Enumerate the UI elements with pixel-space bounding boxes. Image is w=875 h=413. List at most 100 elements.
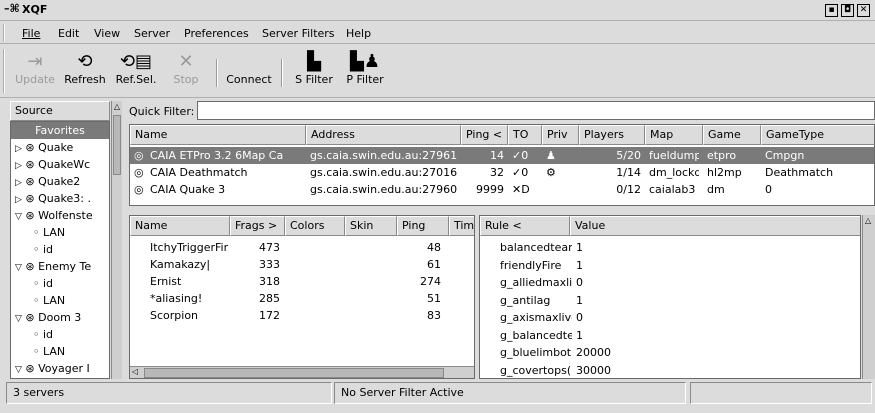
server-column-header[interactable]: Map [645,125,703,145]
source-item[interactable]: ▽ ⊛ Doom 3 [11,309,109,326]
rule-row[interactable]: balancedtean 1 [480,239,860,256]
server-column-header[interactable]: Game [703,125,761,145]
server-column-header[interactable]: Players [579,125,645,145]
menu-edit[interactable]: Edit [54,25,83,42]
rule-row[interactable]: g_balancedte 1 [480,327,860,344]
rule-value: 30000 [576,363,611,377]
game-icon: ◎ [134,166,144,179]
menu-file[interactable]: File [18,25,44,42]
server-name: CAIA Deathmatch [150,166,248,179]
rules-scrollbar[interactable]: △ [862,215,875,379]
scroll-up-icon[interactable]: △ [113,102,121,114]
source-item-label: LAN [43,294,66,307]
toolbar-handle[interactable] [3,49,8,93]
server-column-header[interactable]: Name [130,125,306,145]
connect-button[interactable]: Connect [224,51,274,93]
player-column-header[interactable]: Colors [285,216,345,236]
collapse-icon[interactable]: ▽ [15,212,22,222]
expand-icon[interactable]: ▷ [15,178,22,188]
collapse-icon[interactable]: ▽ [15,314,22,324]
player-column-header[interactable]: Ping [397,216,449,236]
player-hscrollbar[interactable]: ◁ [130,366,474,378]
collapse-icon[interactable]: ▽ [15,365,22,375]
source-scrollbar[interactable]: △ [111,101,122,379]
menu-help[interactable]: Help [342,25,375,42]
player-row[interactable]: Scorpion 172 83 [130,307,474,324]
collapse-icon[interactable]: ▽ [15,263,22,273]
source-item[interactable]: ◦ id [11,275,109,292]
expand-icon[interactable]: ▷ [15,161,22,171]
source-header[interactable]: Source [10,101,110,121]
system-menu-icon[interactable]: –⌘ [4,2,20,15]
master-icon: ◦ [33,277,43,290]
server-column-header[interactable]: TO [508,125,542,145]
menu-view[interactable]: View [90,25,124,42]
refresh-selected-button[interactable]: ⟲▤ Ref.Sel. [112,51,160,93]
source-item[interactable]: ◦ LAN [11,224,109,241]
stop-button[interactable]: ✕ Stop [166,51,206,93]
rule-row[interactable]: friendlyFire 1 [480,257,860,274]
menu-preferences[interactable]: Preferences [180,25,253,42]
server-to: ✕D [512,183,530,196]
server-row[interactable]: CAIA Deathmatch gs.caia.swin.edu.au:27016… [130,164,874,181]
player-column-header[interactable]: Skin [345,216,397,236]
game-icon: ⊛ [21,209,39,222]
close-button[interactable]: ✕ [857,4,870,17]
maximize-button[interactable]: ◘ [841,4,854,17]
server-filter-icon: ▙ [307,51,321,72]
source-item[interactable]: ▷ ⊛ Quake2 [11,173,109,190]
expand-icon[interactable]: ▷ [15,144,22,154]
server-row[interactable]: CAIA Quake 3 gs.caia.swin.edu.au:27960 999… [130,181,874,198]
rule-row[interactable]: g_antilag 1 [480,292,860,309]
player-column-header[interactable]: Name [130,216,230,236]
server-column-header[interactable]: Address [306,125,461,145]
rule-column-header[interactable]: Value [570,216,860,236]
server-column-header[interactable]: GameType [761,125,874,145]
quick-filter-input[interactable] [197,101,875,120]
source-item[interactable]: ▷ ⊛ Quake3: . [11,190,109,207]
server-list: Name Address Ping < TO Priv Players Map Game Gam… [129,124,875,206]
update-button[interactable]: ⇥ Update [14,51,56,93]
source-item[interactable]: ▽ ⊛ Enemy Te [11,258,109,275]
refresh-button[interactable]: ⟲ Refresh [62,51,108,93]
rule-column-header[interactable]: Rule < [480,216,570,236]
source-item[interactable]: ▽ ⊛ Voyager I [11,360,109,377]
rule-row[interactable]: g_bluelimboti 20000 [480,344,860,361]
server-ping: 9999 [476,183,504,196]
player-row[interactable]: Kamakazy| 333 61 [130,256,474,273]
player-row[interactable]: *aliasing! 285 51 [130,290,474,307]
scroll-thumb[interactable] [144,368,444,378]
source-item[interactable]: ▽ ⊛ Wolfenste [11,207,109,224]
menubar-handle[interactable] [3,24,8,42]
player-row[interactable]: Ernist 318 274 [130,273,474,290]
source-item[interactable]: ◦ id [11,241,109,258]
minimize-button[interactable]: ▪ [825,4,838,17]
expand-icon[interactable]: ▷ [15,195,22,205]
source-item[interactable]: ▷ ⊛ Quake [11,139,109,156]
server-row[interactable]: CAIA ETPro 3.2 6Map Ca gs.caia.swin.edu.a… [130,147,874,164]
scroll-up-icon[interactable]: △ [865,216,871,225]
player-column-header[interactable]: Tim [449,216,474,236]
rule-row[interactable]: g_axismaxlive 0 [480,309,860,326]
server-filter-button[interactable]: ▙ S Filter [290,51,338,93]
server-column-header[interactable]: Ping < [461,125,508,145]
player-column-header[interactable]: Frags > [230,216,285,236]
rule-row[interactable]: g_alliedmaxli‹ 0 [480,274,860,291]
source-item[interactable]: ◦ id [11,326,109,343]
scroll-thumb[interactable] [113,115,121,175]
player-row[interactable]: ItchyTriggerFir 473 48 [130,239,474,256]
menu-server[interactable]: Server [130,25,174,42]
scroll-left-icon[interactable]: ◁ [132,367,138,376]
server-address: gs.caia.swin.edu.au:27960 [310,183,457,196]
server-column-header[interactable]: Priv [542,125,579,145]
player-filter-button[interactable]: ▙♟ P Filter [342,51,388,93]
menu-bar: File Edit View Server Preferences Server… [0,22,875,44]
rule-row[interactable]: g_covertops(30000 [480,362,860,379]
source-item[interactable]: ◦ LAN [11,343,109,360]
server-gametype: 0 [765,183,772,196]
menu-server-filters[interactable]: Server Filters [258,25,339,42]
source-item[interactable]: ▷ ⊛ QuakeWc [11,156,109,173]
source-item[interactable]: Favorites [11,122,109,139]
source-item[interactable]: ◦ LAN [11,292,109,309]
connect-icon [224,51,274,73]
